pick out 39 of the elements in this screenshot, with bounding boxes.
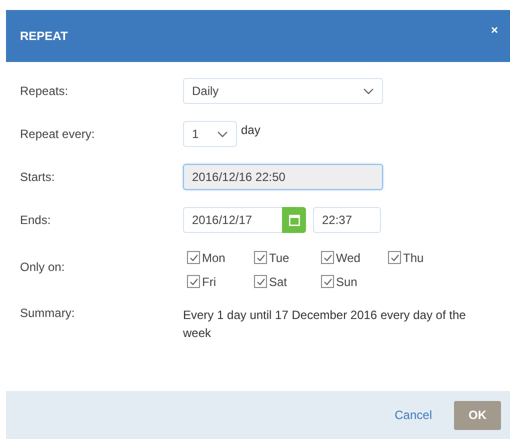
checkbox[interactable] <box>321 275 334 288</box>
field-label: Only on: <box>20 260 66 274</box>
checkbox[interactable] <box>254 251 267 264</box>
interval-dropdown[interactable]: 1 <box>183 121 237 147</box>
check-icon <box>322 252 332 262</box>
checkbox[interactable] <box>388 251 401 264</box>
close-button[interactable]: × <box>490 23 498 37</box>
calendar-icon <box>288 214 300 226</box>
field-label: Repeats: <box>20 84 70 98</box>
field-label: Ends: <box>20 213 52 227</box>
cancel-button[interactable]: Cancel <box>394 408 432 422</box>
day-label[interactable]: Wed <box>336 250 360 264</box>
day-label[interactable]: Fri <box>202 274 216 288</box>
check-icon <box>390 252 400 262</box>
day-label[interactable]: Mon <box>202 250 226 264</box>
check-icon <box>256 276 266 286</box>
check-icon <box>188 276 198 286</box>
checkbox[interactable] <box>187 275 200 288</box>
unit-label: day <box>241 123 260 137</box>
chevron-icon <box>363 88 374 94</box>
summary-text: Every 1 day until 17 December 2016 every day of the week <box>183 307 467 342</box>
checkbox[interactable] <box>321 251 334 264</box>
field-label: Repeat every: <box>20 127 96 141</box>
day-label[interactable]: Thu <box>403 250 424 264</box>
repeats-dropdown[interactable]: Daily <box>183 78 383 104</box>
check-icon <box>322 276 332 286</box>
day-label[interactable]: Tue <box>269 250 290 264</box>
day-label[interactable]: Sat <box>269 274 288 288</box>
day-label[interactable]: Sun <box>336 274 358 288</box>
check-icon <box>188 252 198 262</box>
start-field[interactable]: 2016/12/16 22:50 <box>183 164 383 190</box>
checkbox[interactable] <box>187 251 200 264</box>
field-label: Starts: <box>20 170 56 184</box>
field-label: Summary: <box>20 306 76 320</box>
checkbox[interactable] <box>254 275 267 288</box>
check-icon <box>256 252 266 262</box>
dialog-title: REPEAT <box>20 29 68 43</box>
chevron-icon <box>217 130 228 138</box>
end-time-field[interactable]: 22:37 <box>313 207 381 233</box>
